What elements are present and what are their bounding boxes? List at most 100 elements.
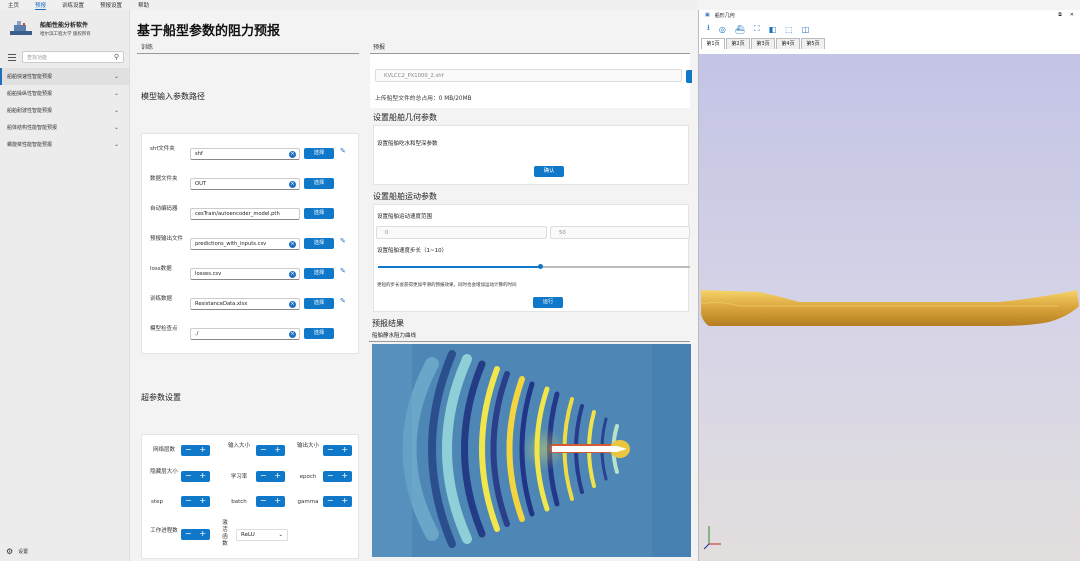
loss-data-input[interactable]: losses.csv × [190, 268, 300, 280]
select-button[interactable]: 选择 [304, 148, 334, 159]
step-stepper[interactable]: − + [181, 496, 210, 507]
settings-button[interactable]: ⚙ 设置 [6, 547, 28, 556]
workers-stepper[interactable]: − + [181, 529, 210, 540]
app-header: 船舶性能分析软件 哈尔滨工程大学 版权所有 [0, 10, 129, 46]
tab-page-5[interactable]: 第5页 [801, 38, 825, 49]
edit-icon[interactable]: ✎ [340, 237, 346, 245]
input-size-stepper[interactable]: − + [256, 445, 285, 456]
restore-icon[interactable]: ⧉ [1058, 12, 1062, 18]
speed-max-input[interactable]: 50 [550, 226, 690, 239]
hp-label: 工作进程数 [150, 528, 178, 534]
window-titlebar: ▣ 船形几何 ⧉ ✕ [699, 10, 1080, 20]
tab-train[interactable]: 训练 [141, 42, 153, 51]
import-icon[interactable]: ⭳ [707, 22, 710, 36]
search-input[interactable]: 查找功能 ⚲ [22, 51, 124, 63]
clear-icon[interactable]: × [289, 241, 296, 248]
select-button[interactable]: 选择 [304, 268, 334, 279]
clear-icon[interactable]: × [289, 331, 296, 338]
clear-icon[interactable]: × [289, 271, 296, 278]
window-title: 船形几何 [714, 12, 735, 19]
clear-icon[interactable]: × [289, 181, 296, 188]
tab-page-2[interactable]: 第2页 [726, 38, 750, 49]
tab-page-1[interactable]: 第1页 [701, 38, 725, 49]
run-button[interactable]: 运行 [533, 297, 563, 308]
tab-page-4[interactable]: 第4页 [776, 38, 800, 49]
cube-front-icon[interactable]: ◧ [769, 25, 777, 34]
select-button[interactable]: 选择 [304, 298, 334, 309]
search-placeholder: 查找功能 [27, 54, 48, 61]
3d-viewport[interactable] [699, 54, 1080, 561]
tab-page-3[interactable]: 第3页 [751, 38, 775, 49]
nav-item-speed[interactable]: 船舶快速性智能预报 ⌄ [0, 68, 129, 85]
menu-home[interactable]: 主页 [8, 1, 19, 9]
train-data-input[interactable]: ResistanceData.xlsx × [190, 298, 300, 310]
page-tabs: 第1页 第2页 第3页 第4页 第5页 [699, 38, 1080, 49]
step-hint: 更短的步长会获得更加平滑的预报效果，同时也会增加运动计算的时间 [377, 283, 517, 288]
nav-item-maneuver[interactable]: 船舶操纵性智能预报 ⌄ [0, 85, 129, 102]
close-icon[interactable]: ✕ [1070, 12, 1074, 18]
clear-icon[interactable]: × [289, 301, 296, 308]
step-label: 设置船舶速度步长（1~10） [377, 248, 448, 254]
page-title: 基于船型参数的阻力预报 [137, 24, 281, 39]
nav-item-seakeeping[interactable]: 船舶耐波性智能预报 ⌄ [0, 102, 129, 119]
shf-folder-input[interactable]: shf × [190, 148, 300, 160]
hyperparam-card: 网络层数 − + 输入大小 − + 输出大小 − + 隐藏层大小 − + 学习率 − + … [141, 434, 359, 559]
hamburger-menu-icon[interactable] [8, 53, 16, 61]
data-folder-input[interactable]: OUT × [190, 178, 300, 190]
ship-icon[interactable]: ⛴ [735, 25, 745, 34]
menu-predict[interactable]: 预报 [35, 1, 47, 10]
select-button[interactable]: 选择 [304, 178, 334, 189]
wave-field-image [372, 344, 691, 557]
cube-iso-icon[interactable]: ⬚ [785, 25, 793, 34]
edit-icon[interactable]: ✎ [340, 147, 346, 155]
hp-label: step [151, 499, 163, 505]
ship-file-input[interactable]: KVLCC2_PX1000_2.shf [375, 69, 682, 82]
cube-side-icon[interactable]: ◫ [802, 25, 810, 34]
field-label: shf文件夹 [150, 146, 175, 152]
menu-help[interactable]: 帮助 [138, 1, 149, 9]
edit-icon[interactable]: ✎ [340, 267, 346, 275]
autoencoder-input[interactable]: cesTrain/autoencoder_model.pth [190, 208, 300, 220]
field-label: 数据文件夹 [150, 176, 178, 182]
edit-icon[interactable]: ✎ [340, 297, 346, 305]
select-button[interactable]: 选择 [304, 238, 334, 249]
layers-stepper[interactable]: − + [181, 445, 210, 456]
field-label: 模型检查点 [150, 326, 178, 332]
clear-icon[interactable]: × [289, 151, 296, 158]
result-heading: 预报结果 [372, 319, 404, 328]
slider-thumb[interactable] [538, 264, 544, 269]
select-button[interactable]: 选择 [304, 208, 334, 219]
gamma-stepper[interactable]: − + [323, 496, 352, 507]
search-icon: ⚲ [113, 53, 119, 61]
hp-label: 学习率 [230, 474, 248, 480]
output-size-stepper[interactable]: − + [323, 445, 352, 456]
tab-predict[interactable]: 预报 [373, 42, 385, 51]
field-label: 训练数据 [150, 296, 173, 302]
select-button[interactable]: 选择 [304, 328, 334, 339]
chevron-down-icon: ⌄ [113, 107, 119, 114]
hidden-size-stepper[interactable]: − + [181, 471, 210, 482]
hp-label: batch [231, 499, 247, 505]
predict-output-input[interactable]: predictions_with_inputs.csv × [190, 238, 300, 250]
menu-predict-settings[interactable]: 预报设置 [100, 1, 122, 9]
hp-label: 输入大小 [227, 443, 250, 449]
menu-train-settings[interactable]: 训练设置 [62, 1, 84, 9]
activation-select[interactable]: ReLU ⌄ [236, 529, 288, 541]
chevron-down-icon: ⌄ [113, 124, 119, 131]
confirm-button[interactable]: 确认 [534, 166, 564, 177]
nav-item-propeller[interactable]: 螺旋桨性能智能预报 ⌄ [0, 136, 129, 153]
speed-min-input[interactable]: 0 [376, 226, 547, 239]
learning-rate-stepper[interactable]: − + [256, 471, 285, 482]
epoch-stepper[interactable]: − + [323, 471, 352, 482]
geo-card: 设置船舶吃水和型深参数 确认 [373, 125, 689, 185]
path-heading: 模型输入参数路径 [141, 92, 205, 101]
chevron-down-icon: ⌄ [113, 90, 119, 97]
nav-item-structure[interactable]: 船体结构性能智能预报 ⌄ [0, 119, 129, 136]
checkpoint-input[interactable]: ./× [190, 328, 300, 340]
path-card: shf文件夹 shf × 选择 ✎ 数据文件夹 OUT × 选择 自动编码器 ces… [141, 133, 359, 354]
upload-button[interactable] [686, 70, 692, 83]
batch-stepper[interactable]: − + [256, 496, 285, 507]
fit-view-icon[interactable]: ⛶ [754, 24, 760, 34]
target-icon[interactable]: ◎ [719, 25, 726, 34]
step-slider[interactable] [378, 264, 690, 269]
